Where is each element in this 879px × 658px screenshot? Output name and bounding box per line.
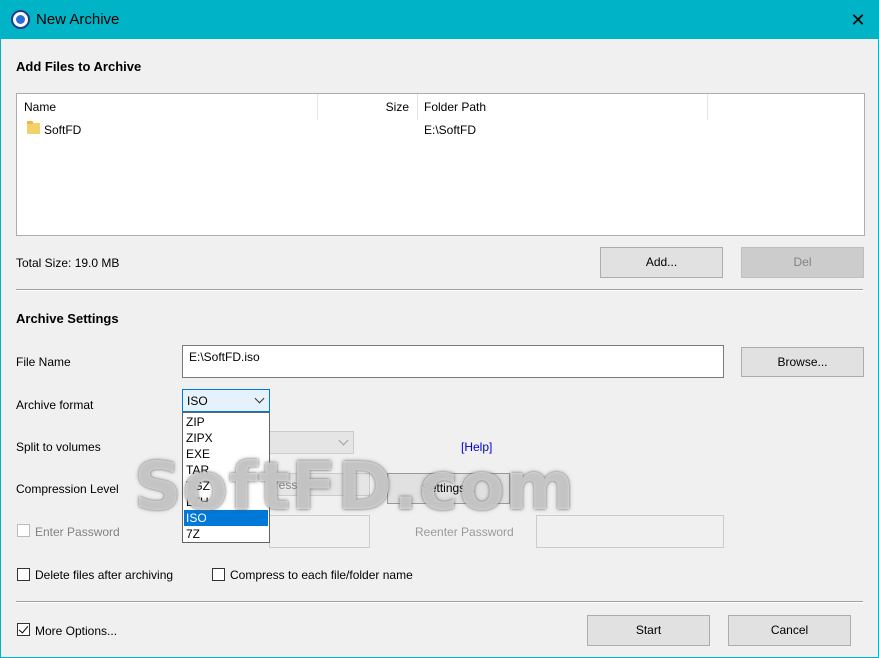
- archive-format-label: Archive format: [16, 398, 94, 412]
- format-option-exe[interactable]: EXE: [184, 446, 268, 462]
- archive-format-select[interactable]: ISO: [182, 389, 270, 412]
- compression-level-select[interactable]: pression: [268, 473, 370, 496]
- more-options-checkbox[interactable]: [17, 623, 30, 636]
- file-name-label: File Name: [16, 355, 71, 369]
- file-name-input[interactable]: E:\SoftFD.iso: [182, 345, 724, 378]
- compression-level-label: Compression Level: [16, 482, 119, 496]
- close-icon[interactable]: ✕: [847, 9, 869, 31]
- compression-level-value: pression: [268, 478, 314, 492]
- enter-password-label: Enter Password: [35, 525, 120, 539]
- column-header-size[interactable]: Size: [318, 94, 413, 120]
- chevron-down-icon: [338, 435, 349, 446]
- reenter-password-label: Reenter Password: [415, 525, 514, 539]
- compress-each-checkbox[interactable]: [212, 568, 225, 581]
- start-button[interactable]: Start: [587, 615, 710, 646]
- app-globe-icon: [11, 10, 30, 29]
- format-option-tgz[interactable]: TGZ: [184, 478, 268, 494]
- compress-each-label: Compress to each file/folder name: [230, 568, 413, 582]
- split-volumes-select[interactable]: [269, 431, 354, 454]
- reenter-password-input[interactable]: [536, 515, 724, 548]
- format-option-zip[interactable]: ZIP: [184, 414, 268, 430]
- archive-settings-heading: Archive Settings: [16, 311, 119, 326]
- column-header-folder-path[interactable]: Folder Path: [424, 94, 704, 120]
- folder-icon: [27, 121, 40, 134]
- total-size-label: Total Size: 19.0 MB: [16, 256, 120, 270]
- format-option-iso[interactable]: ISO: [184, 510, 268, 526]
- row-folder-path: E:\SoftFD: [424, 123, 477, 137]
- split-volumes-label: Split to volumes: [16, 440, 101, 454]
- window-title: New Archive: [36, 11, 120, 28]
- password-input[interactable]: [269, 515, 370, 548]
- column-separator[interactable]: [417, 94, 418, 120]
- add-button[interactable]: Add...: [600, 247, 723, 278]
- cancel-button[interactable]: Cancel: [728, 615, 851, 646]
- chevron-down-icon[interactable]: [254, 393, 265, 404]
- del-button[interactable]: Del: [741, 247, 864, 278]
- enter-password-checkbox[interactable]: [17, 524, 30, 537]
- archive-format-value: ISO: [187, 394, 208, 408]
- new-archive-window: New Archive ✕ Add Files to Archive Name …: [0, 0, 879, 658]
- format-option-tar[interactable]: TAR: [184, 462, 268, 478]
- archive-format-dropdown[interactable]: ZIP ZIPX EXE TAR TGZ LZH ISO 7Z: [182, 412, 270, 543]
- title-bar: New Archive ✕: [1, 1, 878, 39]
- column-header-name[interactable]: Name: [24, 94, 324, 120]
- add-files-heading: Add Files to Archive: [16, 59, 142, 74]
- file-list[interactable]: Name Size Folder Path SoftFD E:\SoftFD: [16, 93, 865, 236]
- more-options-label: More Options...: [35, 624, 118, 638]
- delete-after-label: Delete files after archiving: [35, 568, 174, 582]
- row-name: SoftFD: [44, 123, 82, 137]
- settings-button[interactable]: Settings...: [387, 473, 510, 504]
- format-option-7z[interactable]: 7Z: [184, 526, 268, 542]
- section-divider: [16, 289, 863, 291]
- browse-button[interactable]: Browse...: [741, 347, 864, 377]
- format-option-zipx[interactable]: ZIPX: [184, 430, 268, 446]
- column-separator[interactable]: [707, 94, 708, 120]
- footer-divider: [16, 601, 863, 603]
- delete-after-checkbox[interactable]: [17, 568, 30, 581]
- table-row[interactable]: SoftFD E:\SoftFD: [17, 120, 864, 140]
- help-link[interactable]: [Help]: [461, 440, 492, 454]
- format-option-lzh[interactable]: LZH: [184, 494, 268, 510]
